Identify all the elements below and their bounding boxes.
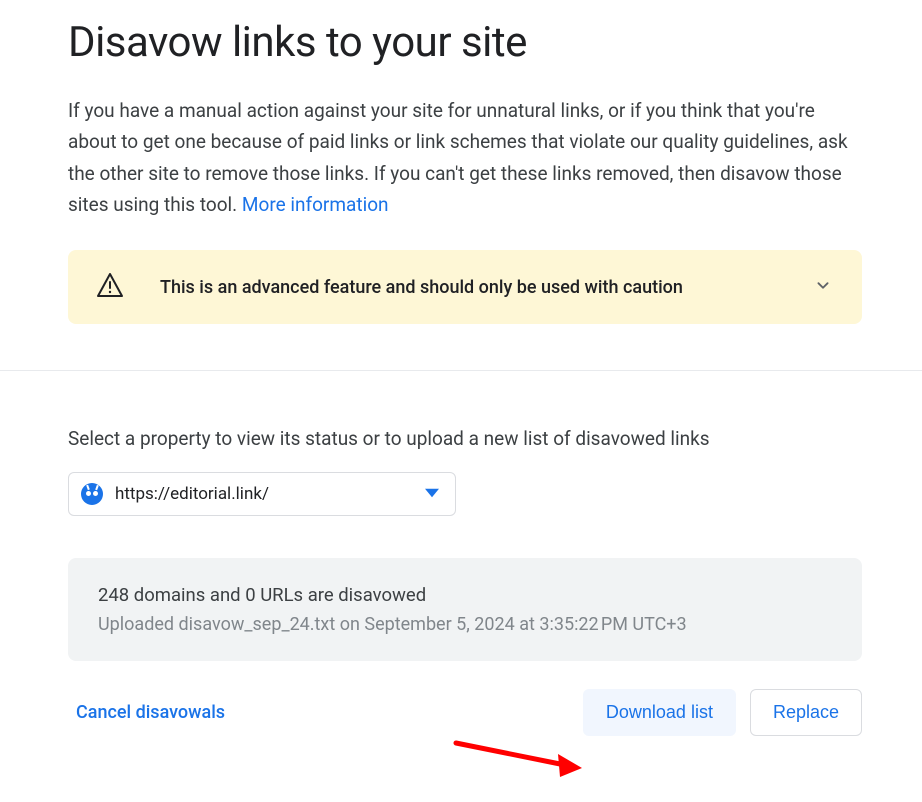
action-row: Cancel disavowals Download list Replace (68, 689, 862, 736)
chevron-down-icon (812, 274, 834, 300)
page-title: Disavow links to your site (68, 18, 862, 67)
warning-triangle-icon (96, 272, 124, 302)
caution-banner[interactable]: This is an advanced feature and should o… (68, 250, 862, 324)
dropdown-arrow-icon (425, 485, 439, 504)
status-upload-info: Uploaded disavow_sep_24.txt on September… (98, 614, 832, 635)
property-select-label: Select a property to view its status or … (68, 427, 862, 450)
replace-button[interactable]: Replace (750, 689, 862, 736)
section-divider (0, 370, 922, 371)
caution-text: This is an advanced feature and should o… (160, 277, 812, 298)
property-favicon-icon (81, 483, 103, 505)
more-information-link[interactable]: More information (242, 193, 389, 216)
disavow-status-card: 248 domains and 0 URLs are disavowed Upl… (68, 558, 862, 661)
cancel-disavowals-button[interactable]: Cancel disavowals (68, 692, 233, 733)
property-select-dropdown[interactable]: https://editorial.link/ (68, 472, 456, 516)
download-list-button[interactable]: Download list (583, 689, 736, 736)
selected-property-value: https://editorial.link/ (115, 484, 425, 504)
intro-paragraph: If you have a manual action against your… (68, 95, 862, 220)
intro-text: If you have a manual action against your… (68, 99, 848, 216)
red-arrow-annotation-icon (450, 735, 590, 785)
status-heading: 248 domains and 0 URLs are disavowed (98, 584, 832, 606)
